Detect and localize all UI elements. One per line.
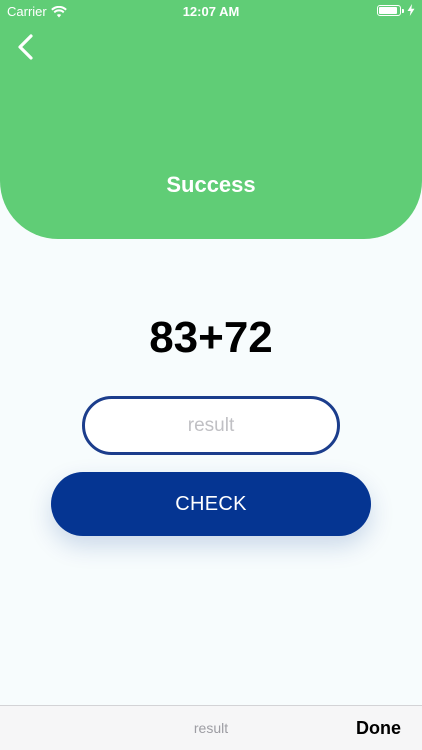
status-time: 12:07 AM (182, 4, 240, 19)
page-title: Success (166, 172, 256, 197)
result-input[interactable] (82, 396, 340, 455)
done-button[interactable]: Done (356, 718, 401, 739)
math-problem: 83+72 (149, 313, 273, 362)
check-button[interactable]: CHECK (51, 472, 371, 536)
chevron-left-icon (18, 34, 33, 60)
keyboard-toolbar: result Done (0, 705, 422, 750)
back-button[interactable] (14, 32, 40, 62)
battery-icon (377, 4, 404, 16)
header (0, 0, 422, 239)
status-bar: Carrier 12:07 AM (0, 0, 422, 22)
bolt-icon (407, 4, 415, 16)
status-battery (377, 4, 415, 16)
